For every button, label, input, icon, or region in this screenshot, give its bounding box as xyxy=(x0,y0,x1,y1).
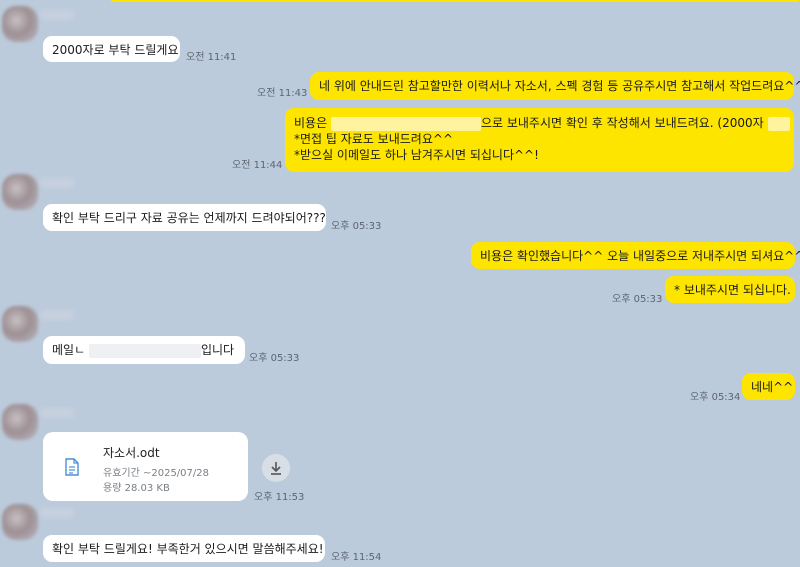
outgoing-message[interactable]: 비용은 확인했습니다^^ 오늘 내일중으로 저내주시면 되셔요^^ xyxy=(471,242,800,269)
file-expiry: 유효기간 ~2025/07/28 xyxy=(103,468,209,479)
message-text: 2000자로 부탁 드릴게요 xyxy=(52,43,179,57)
incoming-message[interactable]: 메일ㄴ 입니다 xyxy=(43,336,245,364)
avatar[interactable] xyxy=(2,6,38,42)
message-text: 비용은 확인했습니다^^ 오늘 내일중으로 저내주시면 되셔요^^ xyxy=(480,249,800,263)
message-text: 확인 부탁 드리구 자료 공유는 언제까지 드려야되어??? xyxy=(52,211,326,225)
message-time: 오후 11:53 xyxy=(254,492,305,503)
message-time: 오전 11:41 xyxy=(186,52,237,63)
avatar[interactable] xyxy=(2,404,38,440)
message-text: * 보내주시면 되십니다. xyxy=(674,283,791,297)
message-text: 메일ㄴ xyxy=(52,343,86,357)
file-name: 자소서.odt xyxy=(103,446,160,460)
redacted-email xyxy=(88,343,201,358)
previous-message-bubble xyxy=(110,0,800,2)
message-text: 으로 보내주시면 확인 후 작성해서 보내드려요. (2000자 xyxy=(480,116,764,130)
sender-name xyxy=(40,10,74,20)
outgoing-message[interactable]: 비용은 으로 보내주시면 확인 후 작성해서 보내드려요. (2000자 *면접… xyxy=(285,108,794,172)
message-time: 오후 05:34 xyxy=(690,392,741,403)
message-text: *면접 팁 자료도 보내드려요^^ xyxy=(294,132,453,146)
outgoing-message[interactable]: * 보내주시면 되십니다. xyxy=(665,276,795,303)
avatar[interactable] xyxy=(2,306,38,342)
message-text: 네네^^ xyxy=(751,380,794,394)
redacted-text xyxy=(767,116,790,131)
incoming-message[interactable]: 확인 부탁 드릴게요! 부족한거 있으시면 말씀해주세요! xyxy=(43,535,325,562)
incoming-message[interactable]: 2000자로 부탁 드릴게요 xyxy=(43,36,180,62)
file-size: 용량 28.03 KB xyxy=(103,483,170,494)
message-time: 오후 05:33 xyxy=(612,294,663,305)
outgoing-message[interactable]: 네네^^ xyxy=(742,373,795,400)
redacted-amount xyxy=(330,116,481,131)
message-text: 입니다 xyxy=(200,343,235,357)
outgoing-message[interactable]: 네 위에 안내드린 참고할만한 이력서나 자소서, 스펙 경험 등 공유주시면 … xyxy=(310,72,800,100)
message-text: 확인 부탁 드릴게요! 부족한거 있으시면 말씀해주세요! xyxy=(52,542,324,556)
message-time: 오후 05:33 xyxy=(249,353,300,364)
avatar[interactable] xyxy=(2,504,38,540)
sender-name xyxy=(40,408,74,418)
message-time: 오전 11:44 xyxy=(232,160,283,171)
incoming-message[interactable]: 확인 부탁 드리구 자료 공유는 언제까지 드려야되어??? xyxy=(43,204,326,231)
download-button[interactable] xyxy=(262,454,290,482)
message-time: 오후 05:33 xyxy=(331,221,382,232)
message-text: 비용은 xyxy=(294,116,328,130)
message-time: 오후 11:54 xyxy=(331,552,382,563)
sender-name xyxy=(40,310,74,320)
message-text: 네 위에 안내드린 참고할만한 이력서나 자소서, 스펙 경험 등 공유주시면 … xyxy=(319,79,800,93)
document-icon xyxy=(65,458,79,476)
avatar[interactable] xyxy=(2,174,38,210)
message-time: 오전 11:43 xyxy=(257,88,308,99)
message-text: *받으실 이메일도 하나 남겨주시면 되십니다^^! xyxy=(294,148,539,162)
download-icon xyxy=(271,462,281,475)
file-attachment[interactable]: 자소서.odt 유효기간 ~2025/07/28 용량 28.03 KB xyxy=(43,432,248,501)
sender-name xyxy=(40,178,74,188)
sender-name xyxy=(40,508,74,518)
